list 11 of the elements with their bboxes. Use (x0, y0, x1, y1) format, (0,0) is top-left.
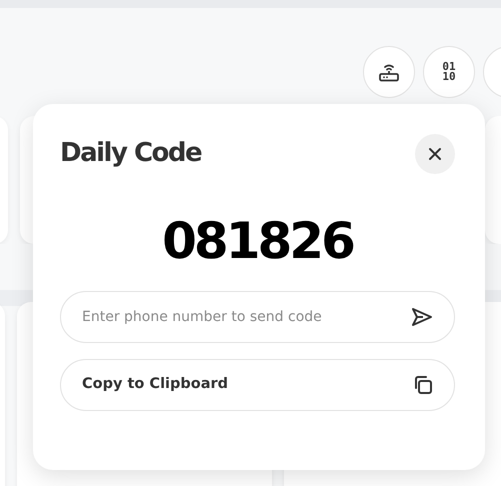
router-icon (378, 62, 400, 82)
send-icon[interactable] (411, 307, 433, 327)
binary-button[interactable]: 01 10 (423, 46, 475, 98)
dialog-title: Daily Code (60, 138, 202, 170)
close-button[interactable] (415, 134, 455, 174)
daily-code: 081826 (161, 214, 354, 269)
router-button[interactable] (363, 46, 415, 98)
copy-to-clipboard-button[interactable]: Copy to Clipboard (60, 359, 455, 411)
copy-icon (412, 374, 434, 396)
close-icon (428, 147, 442, 161)
phone-number-field[interactable]: Enter phone number to send code (60, 291, 455, 343)
